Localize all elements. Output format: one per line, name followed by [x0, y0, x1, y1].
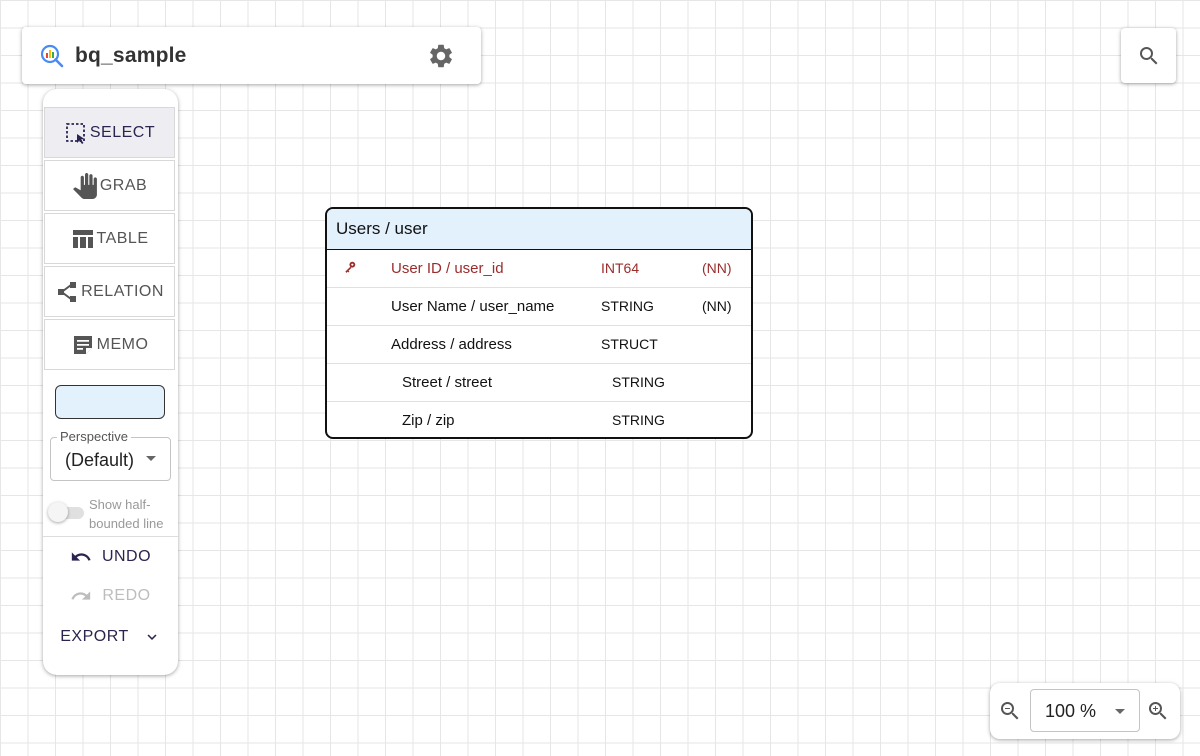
- table-icon: [72, 229, 93, 248]
- redo-icon: [71, 591, 91, 600]
- zoom-level-select[interactable]: 100 %: [1030, 689, 1140, 732]
- search-icon: [1139, 46, 1157, 64]
- app-header: bq_sample: [22, 27, 481, 84]
- chevron-down-icon: [147, 634, 157, 640]
- table-row[interactable]: User Name / user_name STRING (NN): [327, 288, 751, 326]
- column-type: STRUCT: [601, 336, 658, 352]
- tool-label: TABLE: [96, 229, 149, 247]
- select-icon: [65, 122, 85, 144]
- tool-label: SELECT: [89, 123, 156, 141]
- column-name: Zip / zip: [402, 412, 455, 429]
- tool-label: RELATION: [81, 282, 164, 300]
- perspective-label: Perspective: [57, 429, 131, 444]
- color-swatch[interactable]: [55, 385, 165, 419]
- column-not-null: (NN): [702, 260, 732, 276]
- zoom-out-icon[interactable]: [998, 699, 1022, 723]
- column-name: Address / address: [391, 336, 512, 353]
- perspective-select[interactable]: Perspective (Default): [50, 429, 171, 481]
- table-node-users[interactable]: Users / user User ID / user_id INT64 (NN…: [325, 207, 753, 439]
- relation-icon: [58, 281, 77, 302]
- perspective-value: (Default): [65, 450, 135, 470]
- hand-icon: [72, 172, 97, 199]
- column-type: STRING: [601, 298, 654, 314]
- column-name: Street / street: [402, 374, 493, 391]
- zoom-control: 100 %: [990, 683, 1180, 739]
- table-row[interactable]: Street / street STRING: [327, 364, 751, 402]
- key-icon: [345, 261, 356, 273]
- tool-table-button[interactable]: TABLE: [44, 213, 175, 264]
- undo-icon: [71, 552, 91, 561]
- table-row[interactable]: Zip / zip STRING: [327, 402, 751, 437]
- table-header[interactable]: Users / user: [327, 209, 751, 250]
- gear-icon[interactable]: [427, 42, 455, 70]
- bigquery-logo-icon: [40, 44, 64, 67]
- redo-button[interactable]: REDO: [43, 580, 178, 612]
- chevron-down-icon: [146, 456, 156, 461]
- table-title: Users / user: [336, 219, 428, 238]
- export-label: EXPORT: [60, 628, 129, 645]
- table-row[interactable]: Address / address STRUCT: [327, 326, 751, 364]
- column-name: User Name / user_name: [391, 298, 555, 315]
- tool-palette: SELECT GRAB TABLE RELATION MEMO Perspect…: [43, 89, 178, 675]
- tool-relation-button[interactable]: RELATION: [44, 266, 175, 317]
- zoom-value: 100 %: [1045, 701, 1097, 721]
- export-button[interactable]: EXPORT: [43, 621, 178, 653]
- tool-memo-button[interactable]: MEMO: [44, 319, 175, 370]
- divider: [43, 536, 178, 537]
- zoom-in-icon[interactable]: [1146, 699, 1170, 723]
- memo-icon: [73, 335, 92, 354]
- redo-label: REDO: [102, 587, 151, 604]
- half-bounded-line-toggle: Show half-bounded line: [48, 491, 173, 531]
- column-type: INT64: [601, 260, 640, 276]
- tool-label: GRAB: [99, 176, 148, 194]
- undo-label: UNDO: [101, 548, 152, 565]
- tool-select-button[interactable]: SELECT: [44, 107, 175, 158]
- column-type: STRING: [612, 374, 665, 390]
- undo-button[interactable]: UNDO: [43, 541, 178, 573]
- toggle-label: Show half-bounded line: [89, 497, 164, 531]
- column-not-null: (NN): [702, 298, 732, 314]
- column-name: User ID / user_id: [391, 260, 504, 277]
- tool-grab-button[interactable]: GRAB: [44, 160, 175, 211]
- tool-label: MEMO: [96, 335, 149, 353]
- toggle-thumb[interactable]: [48, 502, 68, 522]
- column-type: STRING: [612, 412, 665, 428]
- search-button[interactable]: [1121, 28, 1176, 83]
- project-title: bq_sample: [75, 43, 187, 67]
- chevron-down-icon: [1115, 709, 1125, 714]
- table-row[interactable]: User ID / user_id INT64 (NN): [327, 250, 751, 288]
